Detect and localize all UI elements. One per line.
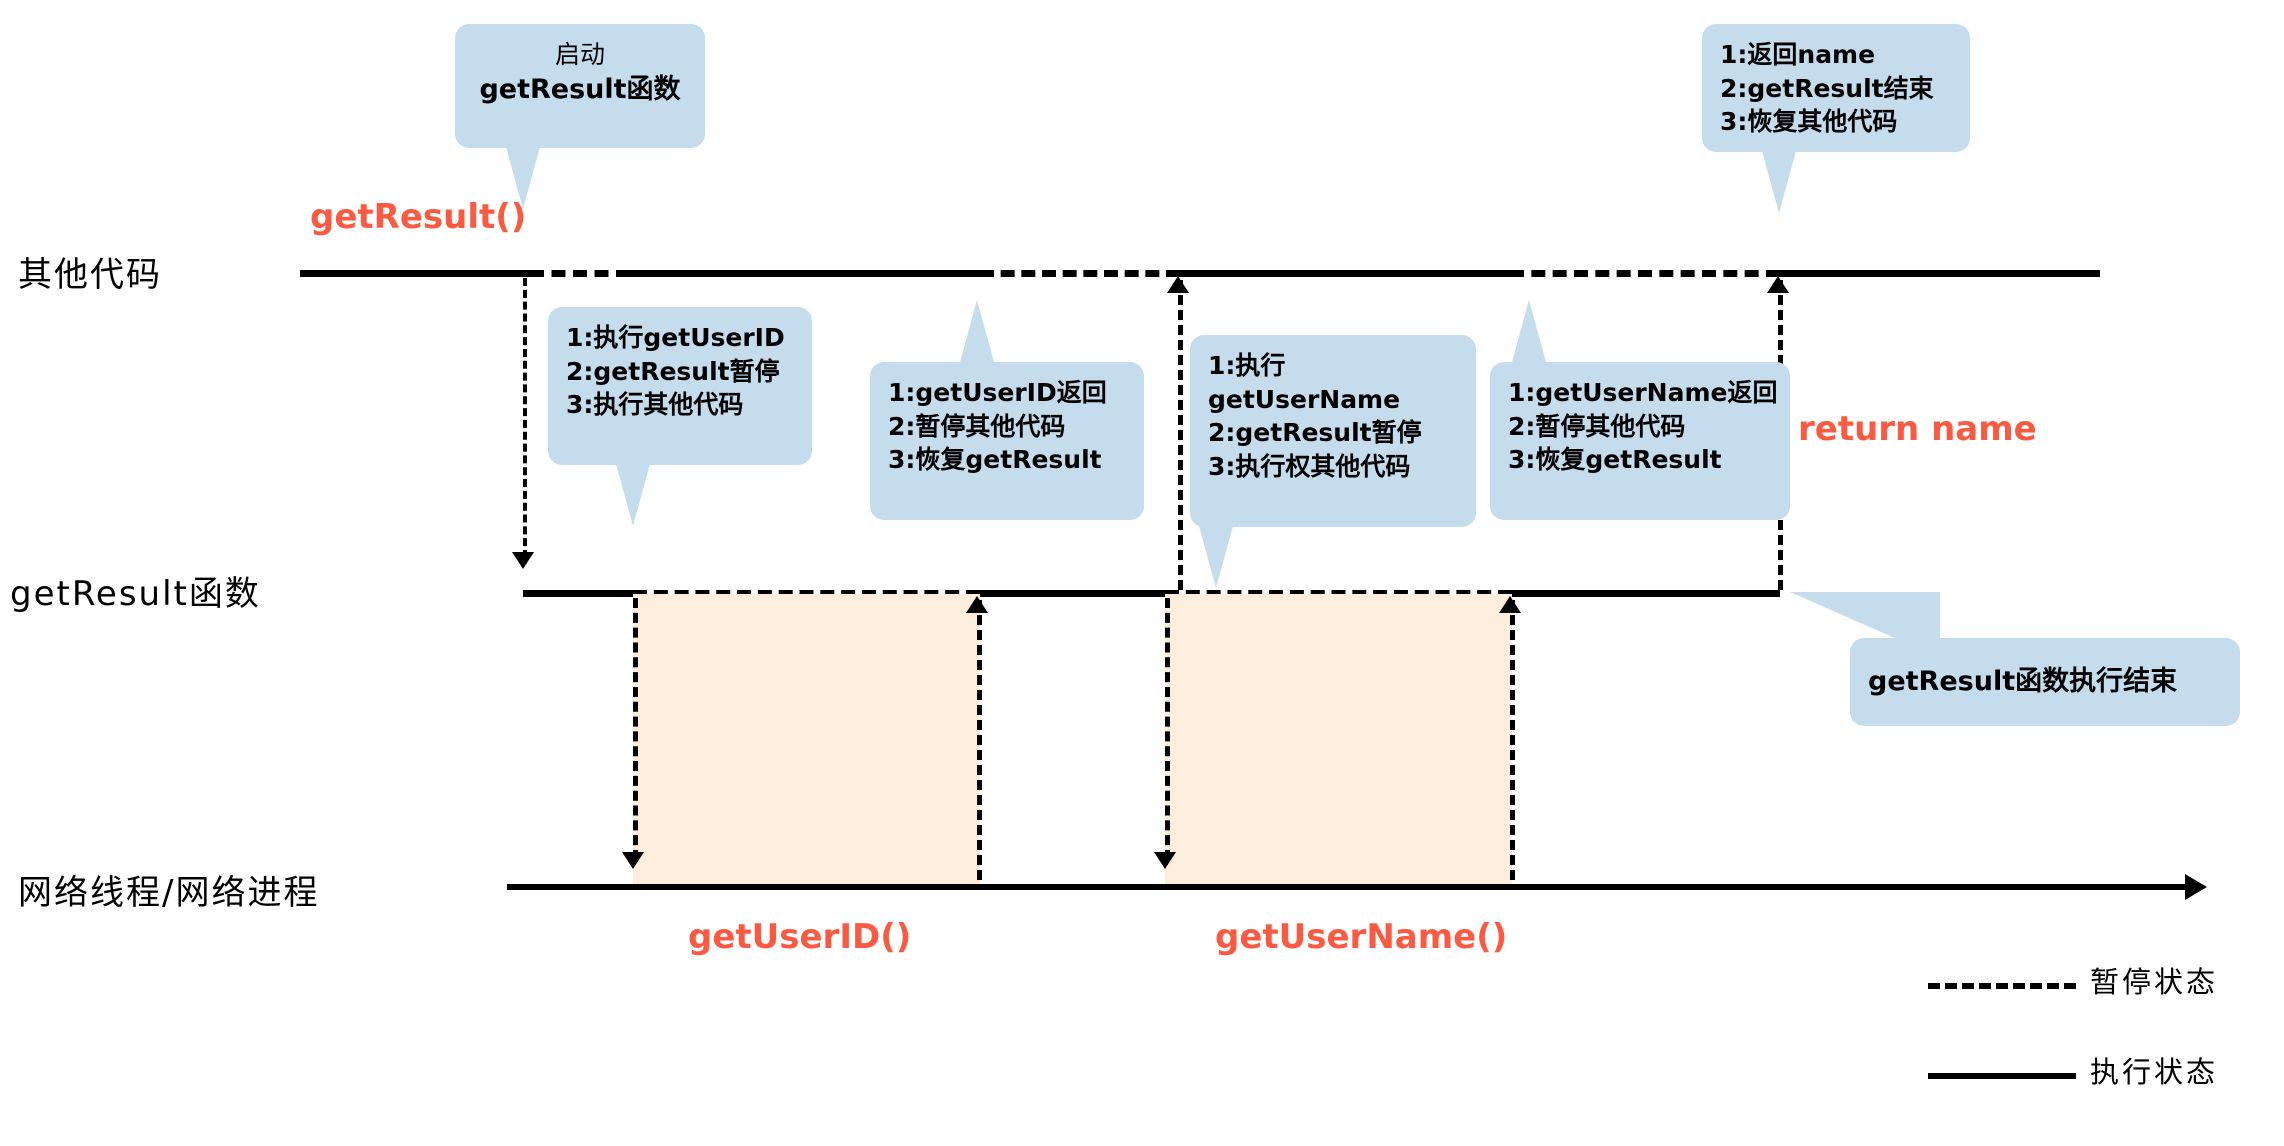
- callout-start-get-result-line-2: getResult函数: [479, 73, 681, 105]
- legend-swatch-running: [1928, 1073, 2076, 1079]
- network-activity-get-user-id: [633, 594, 980, 884]
- callout-run-get-user-id-tail: [616, 464, 650, 526]
- time-axis: [507, 884, 2187, 890]
- callout-start-get-result-tail: [506, 147, 540, 209]
- connector-return-get-user-id-arrow-icon: [966, 596, 988, 613]
- callout-get-result-finished: getResult函数执行结束: [1850, 638, 2240, 726]
- annotation-return-name: return name: [1798, 409, 2037, 449]
- connector-resume-other-code-1: [1178, 280, 1183, 590]
- annotation-get-user-name: getUserName(): [1215, 917, 1508, 957]
- connector-resume-other-code-1-arrow-icon: [1167, 276, 1189, 293]
- legend-label-paused: 暂停状态: [2090, 965, 2219, 999]
- callout-run-get-user-name-line-4: 3:执行权其他代码: [1208, 451, 1411, 481]
- callout-run-get-user-name-line-2: getUserName: [1208, 384, 1401, 414]
- callout-get-user-id-returned-line-1: 1:getUserID返回: [888, 378, 1107, 407]
- diagram-canvas: 其他代码 getResult函数 网络线程/网络进程 getResult() r…: [0, 0, 2284, 1146]
- callout-run-get-user-id: 1:执行getUserID 2:getResult暂停 3:执行其他代码: [548, 307, 812, 465]
- callout-run-get-user-name-line-1: 1:执行: [1208, 351, 1286, 380]
- other-code-paused-3: [1510, 270, 1780, 277]
- callout-resume-other-code-line-2: 2:getResult结束: [1720, 73, 1934, 103]
- callout-get-user-id-returned-line-3: 3:恢复getResult: [888, 445, 1102, 474]
- time-axis-arrow-icon: [2185, 874, 2207, 900]
- connector-return-name-arrow-icon: [1767, 276, 1789, 293]
- legend-label-running: 执行状态: [2090, 1055, 2219, 1089]
- connector-start-get-user-name: [1165, 598, 1170, 860]
- callout-get-user-name-returned: 1:getUserName返回 2:暂停其他代码 3:恢复getResult: [1490, 362, 1790, 520]
- lane-label-network-thread: 网络线程/网络进程: [18, 873, 320, 913]
- callout-get-user-name-returned-line-2: 2:暂停其他代码: [1508, 411, 1686, 441]
- callout-run-get-user-id-line-2: 2:getResult暂停: [566, 356, 780, 386]
- callout-get-user-id-returned-line-2: 2:暂停其他代码: [888, 411, 1066, 441]
- other-code-running-2: [630, 270, 980, 277]
- callout-run-get-user-name-line-3: 2:getResult暂停: [1208, 418, 1422, 447]
- other-code-paused-1: [530, 270, 630, 277]
- connector-return-get-user-id: [977, 600, 982, 880]
- connector-start-get-user-id-arrow-icon: [622, 852, 644, 869]
- annotation-get-user-id: getUserID(): [688, 917, 912, 957]
- callout-resume-other-code: 1:返回name 2:getResult结束 3:恢复其他代码: [1702, 24, 1970, 152]
- callout-resume-other-code-line-3: 3:恢复其他代码: [1720, 107, 1898, 136]
- network-activity-get-user-name: [1165, 594, 1512, 884]
- callout-get-user-name-returned-line-1: 1:getUserName返回: [1508, 378, 1778, 407]
- callout-start-get-result-line-1: 启动: [554, 40, 605, 69]
- callout-resume-other-code-line-1: 1:返回name: [1720, 40, 1876, 69]
- get-result-running-1: [523, 590, 633, 597]
- callout-get-user-id-returned-tail: [960, 300, 994, 362]
- connector-call-get-result-arrow-icon: [512, 552, 534, 569]
- callout-resume-other-code-tail: [1762, 151, 1796, 213]
- callout-get-user-name-returned-line-3: 3:恢复getResult: [1508, 445, 1722, 474]
- get-result-running-3: [1512, 590, 1780, 597]
- connector-start-get-user-id: [633, 598, 638, 860]
- other-code-running-4: [1780, 270, 2100, 277]
- connector-return-get-user-name-arrow-icon: [1499, 596, 1521, 613]
- callout-run-get-user-id-line-3: 3:执行其他代码: [566, 390, 744, 419]
- other-code-running-3: [1180, 270, 1510, 277]
- callout-run-get-user-name: 1:执行 getUserName 2:getResult暂停 3:执行权其他代码: [1190, 335, 1476, 527]
- callout-get-user-id-returned: 1:getUserID返回 2:暂停其他代码 3:恢复getResult: [870, 362, 1144, 520]
- lane-label-other-code: 其他代码: [18, 255, 162, 295]
- connector-call-get-result: [523, 278, 527, 558]
- other-code-running-1: [300, 270, 530, 277]
- callout-start-get-result: 启动 getResult函数: [455, 24, 705, 148]
- lane-label-get-result: getResult函数: [10, 574, 261, 614]
- connector-return-get-user-name: [1510, 600, 1515, 880]
- callout-run-get-user-id-line-1: 1:执行getUserID: [566, 323, 785, 352]
- callout-run-get-user-name-tail: [1199, 526, 1233, 588]
- connector-start-get-user-name-arrow-icon: [1154, 852, 1176, 869]
- callout-get-result-finished-line-1: getResult函数执行结束: [1868, 666, 2178, 697]
- callout-get-user-name-returned-tail: [1512, 300, 1546, 362]
- annotation-get-result-call: getResult(): [310, 197, 527, 237]
- get-result-running-2: [980, 590, 1165, 597]
- other-code-paused-2: [980, 270, 1180, 277]
- legend-swatch-paused: [1928, 983, 2076, 989]
